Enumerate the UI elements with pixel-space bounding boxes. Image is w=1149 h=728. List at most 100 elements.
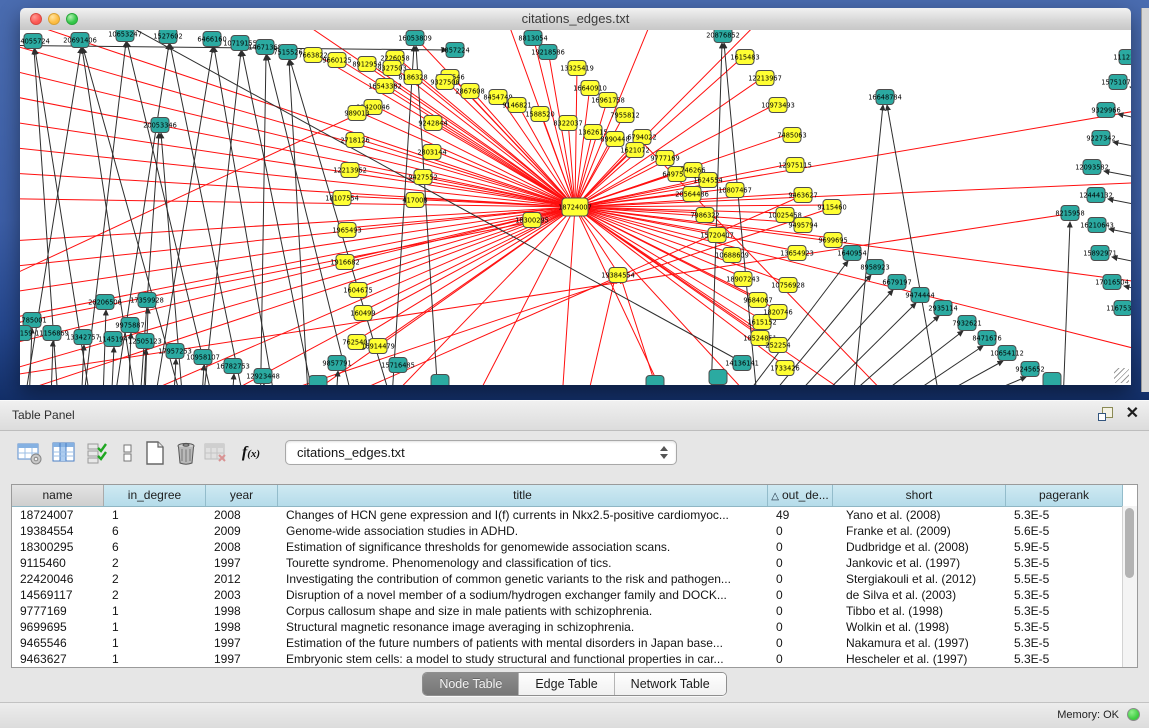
table-row[interactable]: 1456911722003Disruption of a novel membe…: [12, 587, 1137, 603]
table-cell: 2008: [206, 507, 278, 523]
table-cell: Wolkin et al. (1998): [833, 619, 1006, 635]
function-builder-icon[interactable]: f(x): [237, 439, 265, 467]
show-columns-icon[interactable]: [50, 439, 78, 467]
column-header-name[interactable]: name: [12, 485, 104, 506]
canvas-resize-grip-icon[interactable]: [1114, 368, 1129, 383]
column-header-pagerank[interactable]: pagerank: [1006, 485, 1123, 506]
memory-status-icon[interactable]: [1127, 708, 1140, 721]
graph-node[interactable]: [1043, 373, 1061, 386]
graph-edge[interactable]: [1113, 142, 1131, 160]
graph-edge[interactable]: [242, 51, 320, 385]
table-row[interactable]: 946554611997Estimation of the future num…: [12, 635, 1137, 651]
graph-node[interactable]: [431, 375, 449, 386]
graph-edge[interactable]: [1108, 199, 1131, 218]
graph-node-label: 15720407: [700, 231, 734, 239]
graph-edge[interactable]: [267, 55, 360, 385]
table-selector-dropdown[interactable]: citations_edges.txt: [285, 440, 677, 465]
graph-edge[interactable]: [1104, 171, 1131, 190]
table-cell: 5.3E-5: [1006, 587, 1123, 603]
graph-edge[interactable]: [50, 341, 53, 385]
graph-node-label: 2803144: [417, 148, 446, 156]
graph-node-label: 8813054: [518, 34, 547, 42]
table-row[interactable]: 946362711997Embryonic stem cells: a mode…: [12, 651, 1137, 667]
graph-node-label: 11675334: [1106, 304, 1131, 312]
table-cell: 22420046: [12, 571, 104, 587]
graph-edge[interactable]: [900, 377, 1026, 385]
column-header-short[interactable]: short: [833, 485, 1006, 506]
table-row[interactable]: 911546021997Tourette syndrome. Phenomeno…: [12, 555, 1137, 571]
graph-edge[interactable]: [390, 46, 414, 385]
column-header-year[interactable]: year: [206, 485, 278, 506]
float-panel-icon[interactable]: [1098, 406, 1114, 422]
table-row[interactable]: 2242004622012Investigating the contribut…: [12, 571, 1137, 587]
graph-node-label: 10958107: [186, 353, 220, 361]
tab-network-table[interactable]: Network Table: [615, 673, 726, 695]
graph-node-label: 10653247: [108, 30, 142, 38]
table-settings-icon[interactable]: [16, 439, 44, 467]
tab-node-table[interactable]: Node Table: [423, 673, 519, 695]
graph-edge[interactable]: [334, 371, 338, 385]
network-window-titlebar[interactable]: citations_edges.txt: [20, 8, 1131, 31]
graph-node-label: 14136141: [725, 359, 759, 367]
graph-edge[interactable]: [835, 331, 963, 385]
graph-edge[interactable]: [20, 142, 575, 207]
graph-node-label: 16210643: [1080, 221, 1114, 229]
network-canvas[interactable]: 1405572420691406106532471527602646616010…: [20, 30, 1131, 385]
table-scrollbar[interactable]: [1122, 506, 1137, 667]
close-panel-icon[interactable]: ✕: [1126, 406, 1139, 422]
graph-edge[interactable]: [858, 346, 983, 385]
table-cell: 0: [768, 635, 833, 651]
tab-edge-table[interactable]: Edge Table: [519, 673, 614, 695]
column-header-out_de[interactable]: △out_de...: [768, 485, 833, 506]
select-all-rows-icon[interactable]: [84, 439, 112, 467]
graph-edge[interactable]: [20, 207, 575, 300]
graph-edge[interactable]: [580, 278, 615, 385]
graph-node-label: 8322037: [553, 119, 582, 127]
table-cell: 9115460: [12, 555, 104, 571]
delete-trash-icon[interactable]: [172, 439, 200, 467]
table-cell: Changes of HCN gene expression and I(f) …: [278, 507, 768, 523]
graph-node[interactable]: [709, 370, 727, 385]
graph-edge[interactable]: [621, 278, 670, 385]
graph-edge[interactable]: [378, 207, 575, 344]
graph-node-label: 9699695: [818, 236, 847, 244]
table-cell: Estimation of the future numbers of pati…: [278, 635, 768, 651]
graph-edge[interactable]: [460, 207, 575, 385]
column-header-title[interactable]: title: [278, 485, 768, 506]
graph-edge[interactable]: [575, 180, 1131, 207]
table-cell: 1998: [206, 619, 278, 635]
graph-edge[interactable]: [1062, 222, 1070, 385]
graph-node-label: 9684067: [743, 296, 772, 304]
table-row[interactable]: 969969511998Structural magnetic resonanc…: [12, 619, 1137, 635]
graph-edge[interactable]: [1112, 257, 1131, 276]
graph-node-label: 20206506: [88, 298, 122, 306]
graph-node[interactable]: [309, 376, 327, 386]
graph-edge[interactable]: [289, 60, 310, 385]
table-cell: 1: [104, 507, 206, 523]
graph-edge[interactable]: [887, 105, 945, 385]
graph-edge[interactable]: [1130, 87, 1131, 108]
graph-edge[interactable]: [1118, 114, 1131, 133]
graph-node-label: 1112304: [1113, 53, 1131, 61]
graph-edge[interactable]: [214, 47, 280, 385]
column-header-in_degree[interactable]: in_degree: [104, 485, 206, 506]
graph-edge[interactable]: [575, 207, 618, 273]
graph-edge[interactable]: [230, 374, 234, 385]
unselect-rows-icon[interactable]: [114, 439, 142, 467]
citation-graph[interactable]: 1405572420691406106532471527602646616010…: [20, 30, 1131, 385]
graph-edge[interactable]: [260, 55, 266, 385]
table-row[interactable]: 1872400712008Changes of HCN gene express…: [12, 507, 1137, 523]
scrollbar-thumb[interactable]: [1125, 508, 1134, 578]
graph-edge[interactable]: [810, 316, 939, 385]
table-row[interactable]: 1830029562008Estimation of significance …: [12, 539, 1137, 555]
graph-edge[interactable]: [1109, 229, 1131, 248]
graph-edge[interactable]: [575, 207, 1131, 365]
graph-node-label: 9857791: [322, 359, 351, 367]
table-row[interactable]: 1938455462009Genome-wide association stu…: [12, 523, 1137, 539]
graph-edge[interactable]: [878, 361, 1003, 385]
graph-node[interactable]: [646, 376, 664, 386]
graph-edge[interactable]: [110, 347, 114, 385]
new-table-icon[interactable]: [141, 439, 169, 467]
graph-node-label: 7955812: [610, 111, 639, 119]
table-row[interactable]: 977716911998Corpus callosum shape and si…: [12, 603, 1137, 619]
